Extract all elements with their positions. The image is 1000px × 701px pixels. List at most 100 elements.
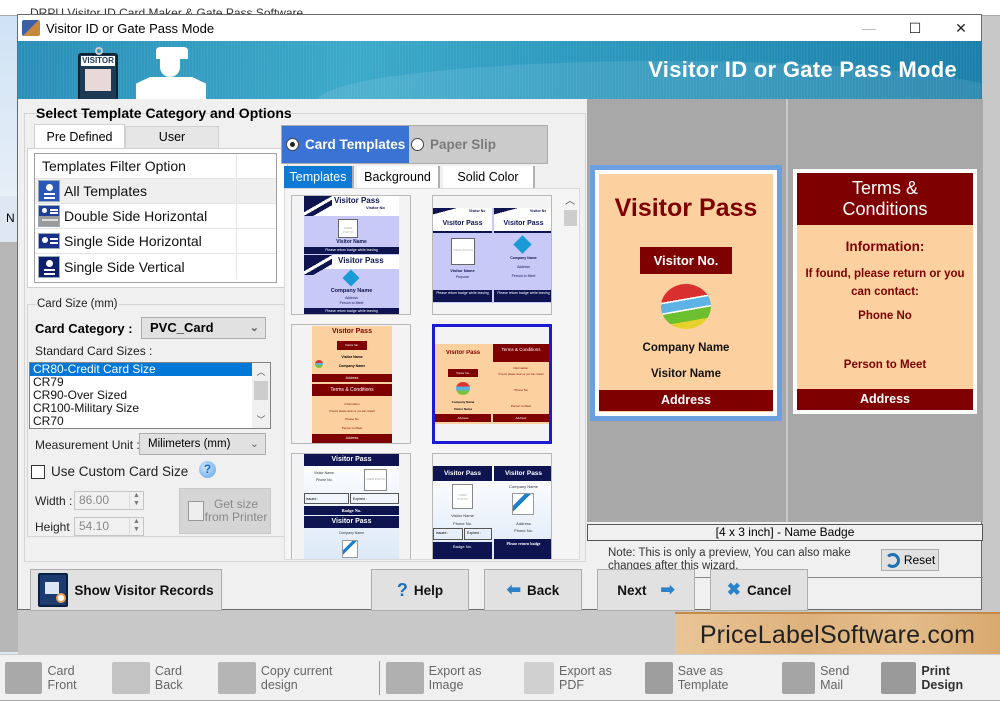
spinner-arrows-icon[interactable]: ▲ ▼ bbox=[129, 518, 143, 535]
template-thumbnail[interactable]: Visitor Pass Visitor No. Visitor Name Co… bbox=[291, 324, 411, 444]
toolbar-separator bbox=[379, 660, 381, 695]
category-tabs: Pre Defined User Defined bbox=[34, 124, 219, 164]
card-back-preview: Terms & Conditions Information: If found… bbox=[793, 169, 977, 414]
filter-panel: Templates Filter Option All Templates Do… bbox=[27, 148, 288, 288]
arrow-right-icon: ➡ bbox=[660, 580, 675, 599]
show-visitor-records-button[interactable]: Show Visitor Records bbox=[30, 569, 222, 611]
template-thumbnail[interactable]: Visitor Pass Visitor Name Phone No. USER… bbox=[291, 453, 411, 559]
preview-back-person: Person to Meet bbox=[843, 359, 927, 371]
close-button[interactable]: ✕ bbox=[938, 15, 984, 41]
scroll-down-icon[interactable]: ﹀ bbox=[252, 413, 270, 426]
spinner-arrows-icon[interactable]: ▲ ▼ bbox=[129, 492, 143, 509]
filter-item-all-templates[interactable]: All Templates bbox=[35, 179, 276, 204]
minimize-button[interactable]: — bbox=[846, 15, 892, 41]
preview-back-info: Information: bbox=[845, 239, 925, 254]
toolbar-card-front[interactable]: Card Front bbox=[5, 655, 106, 701]
preview-back-address: Address bbox=[797, 389, 973, 410]
reset-button[interactable]: Reset bbox=[881, 549, 939, 571]
app-icon bbox=[22, 20, 40, 36]
preview-visitor-no: Visitor No. bbox=[640, 247, 732, 274]
measurement-unit-label: Measurement Unit : bbox=[35, 438, 140, 452]
wizard-body: Select Template Category and Options Pre… bbox=[18, 99, 983, 611]
subtab-templates[interactable]: Templates bbox=[284, 166, 354, 188]
banner-title: Visitor ID or Gate Pass Mode bbox=[648, 57, 957, 82]
background-label: N bbox=[6, 211, 15, 225]
toolbar-save-template[interactable]: Save as Template bbox=[645, 655, 775, 701]
card-category-select[interactable]: PVC_Card ⌄ bbox=[141, 317, 266, 339]
standard-sizes-list[interactable]: CR80-Credit Card Size CR79 CR90-Over Siz… bbox=[29, 362, 271, 429]
watermark-logo: PriceLabelSoftware.com bbox=[675, 612, 1000, 654]
toolbar-export-image[interactable]: Export as Image bbox=[386, 655, 518, 701]
card-category-label: Card Category : bbox=[35, 321, 133, 336]
preview-back-found: If found, please return or you can conta… bbox=[805, 268, 965, 298]
preview-company-name: Company Name bbox=[642, 342, 730, 354]
sizes-scrollbar[interactable]: ︿ ﹀ bbox=[252, 363, 270, 428]
header-banner: VISITOR Visitor ID or Gate Pass Mode bbox=[18, 41, 981, 99]
back-button[interactable]: ⬅ Back bbox=[484, 569, 582, 611]
subtab-background[interactable]: Background bbox=[357, 166, 440, 188]
chevron-down-icon: ⌄ bbox=[249, 438, 259, 450]
print-icon bbox=[880, 661, 917, 694]
printer-settings-icon bbox=[188, 501, 204, 521]
copy-design-icon bbox=[218, 661, 256, 694]
card-templates-radio[interactable]: Card Templates bbox=[282, 126, 409, 163]
help-icon[interactable]: ? bbox=[199, 461, 216, 478]
double-side-horizontal-icon bbox=[38, 205, 60, 227]
gallery-scrollbar[interactable]: ︿ bbox=[562, 189, 579, 559]
tab-user-defined[interactable]: User Defined bbox=[125, 126, 219, 164]
filter-item-double-side-horizontal[interactable]: Double Side Horizontal bbox=[35, 204, 276, 229]
question-icon: ? bbox=[396, 579, 408, 600]
preview-size-caption: [4 x 3 inch] - Name Badge bbox=[587, 524, 983, 541]
cancel-x-icon: ✖ bbox=[726, 580, 741, 599]
get-size-from-printer-button[interactable]: Get size from Printer bbox=[179, 488, 271, 534]
preview-front-address: Address bbox=[599, 390, 773, 411]
save-template-icon bbox=[645, 661, 673, 694]
subtab-solid-color[interactable]: Solid Color bbox=[443, 166, 535, 188]
filter-header: Templates Filter Option bbox=[35, 154, 276, 179]
custom-size-checkbox[interactable] bbox=[31, 465, 45, 479]
toolbar-export-pdf[interactable]: Export as PDF bbox=[524, 655, 639, 701]
arrow-left-icon: ⬅ bbox=[506, 580, 521, 599]
toolbar-print-design[interactable]: Print Design bbox=[880, 655, 994, 701]
visitor-id-dialog: Visitor ID or Gate Pass Mode — ☐ ✕ VISIT… bbox=[17, 14, 984, 611]
card-front-icon bbox=[5, 661, 43, 694]
filter-item-single-side-horizontal[interactable]: Single Side Horizontal bbox=[35, 229, 276, 254]
preview-back-phone: Phone No bbox=[858, 310, 912, 322]
scroll-up-icon[interactable]: ︿ bbox=[252, 365, 270, 378]
width-label: Width : bbox=[35, 494, 73, 508]
next-button[interactable]: Next ➡ bbox=[597, 569, 695, 611]
template-mode-toggle: Card Templates Paper Slip bbox=[281, 125, 548, 164]
cancel-button[interactable]: ✖ Cancel bbox=[710, 569, 808, 611]
measurement-unit-select[interactable]: Milimeters (mm) ⌄ bbox=[139, 433, 266, 455]
toolbar-send-mail[interactable]: Send Mail bbox=[781, 655, 875, 701]
radio-unselected-icon bbox=[411, 138, 424, 151]
template-thumbnail[interactable]: Visitor Pass Visitor No USER PHOTO Visit… bbox=[291, 195, 411, 315]
filter-item-single-side-vertical[interactable]: Single Side Vertical bbox=[35, 254, 276, 279]
export-image-icon bbox=[386, 661, 424, 694]
maximize-button[interactable]: ☐ bbox=[892, 15, 938, 41]
toolbar-card-back[interactable]: Card Back bbox=[112, 655, 212, 701]
toolbar-copy-design[interactable]: Copy current design bbox=[218, 655, 371, 701]
tab-pre-defined[interactable]: Pre Defined bbox=[34, 124, 125, 148]
paper-slip-radio[interactable]: Paper Slip bbox=[409, 126, 547, 163]
template-thumbnail-selected[interactable]: Visitor Pass Visitor No. Company Name Vi… bbox=[432, 324, 552, 444]
template-thumbnail[interactable]: Visitor No Visitor No Visitor Pass Visit… bbox=[432, 195, 552, 315]
templates-filter-list: Templates Filter Option All Templates Do… bbox=[34, 153, 277, 283]
height-input[interactable]: 54.10 ▲ ▼ bbox=[74, 517, 144, 536]
template-subtabs: Templates Background Solid Color bbox=[284, 166, 538, 188]
card-back-icon bbox=[112, 661, 150, 694]
size-option[interactable]: CR70 bbox=[30, 415, 270, 428]
chevron-down-icon: ⌄ bbox=[249, 322, 259, 334]
size-option[interactable]: CR100-Military Size bbox=[30, 402, 270, 415]
width-input[interactable]: 86.00 ▲ ▼ bbox=[74, 491, 144, 510]
preview-back-title: Terms & Conditions bbox=[797, 173, 973, 225]
standard-sizes-label: Standard Card Sizes : bbox=[35, 344, 153, 358]
card-preview-area: Visitor Pass Visitor No. Company Name Vi… bbox=[587, 99, 983, 522]
card-front-preview: Visitor Pass Visitor No. Company Name Vi… bbox=[590, 165, 782, 421]
scroll-up-icon[interactable]: ︿ bbox=[565, 192, 575, 207]
template-thumbnail[interactable]: Visitor Pass Visitor Pass USER PHOTO Vis… bbox=[432, 453, 552, 559]
company-logo-icon bbox=[661, 284, 711, 329]
single-side-vertical-icon bbox=[38, 255, 60, 278]
help-button[interactable]: ? Help bbox=[371, 569, 469, 611]
visitor-records-icon bbox=[38, 573, 69, 607]
